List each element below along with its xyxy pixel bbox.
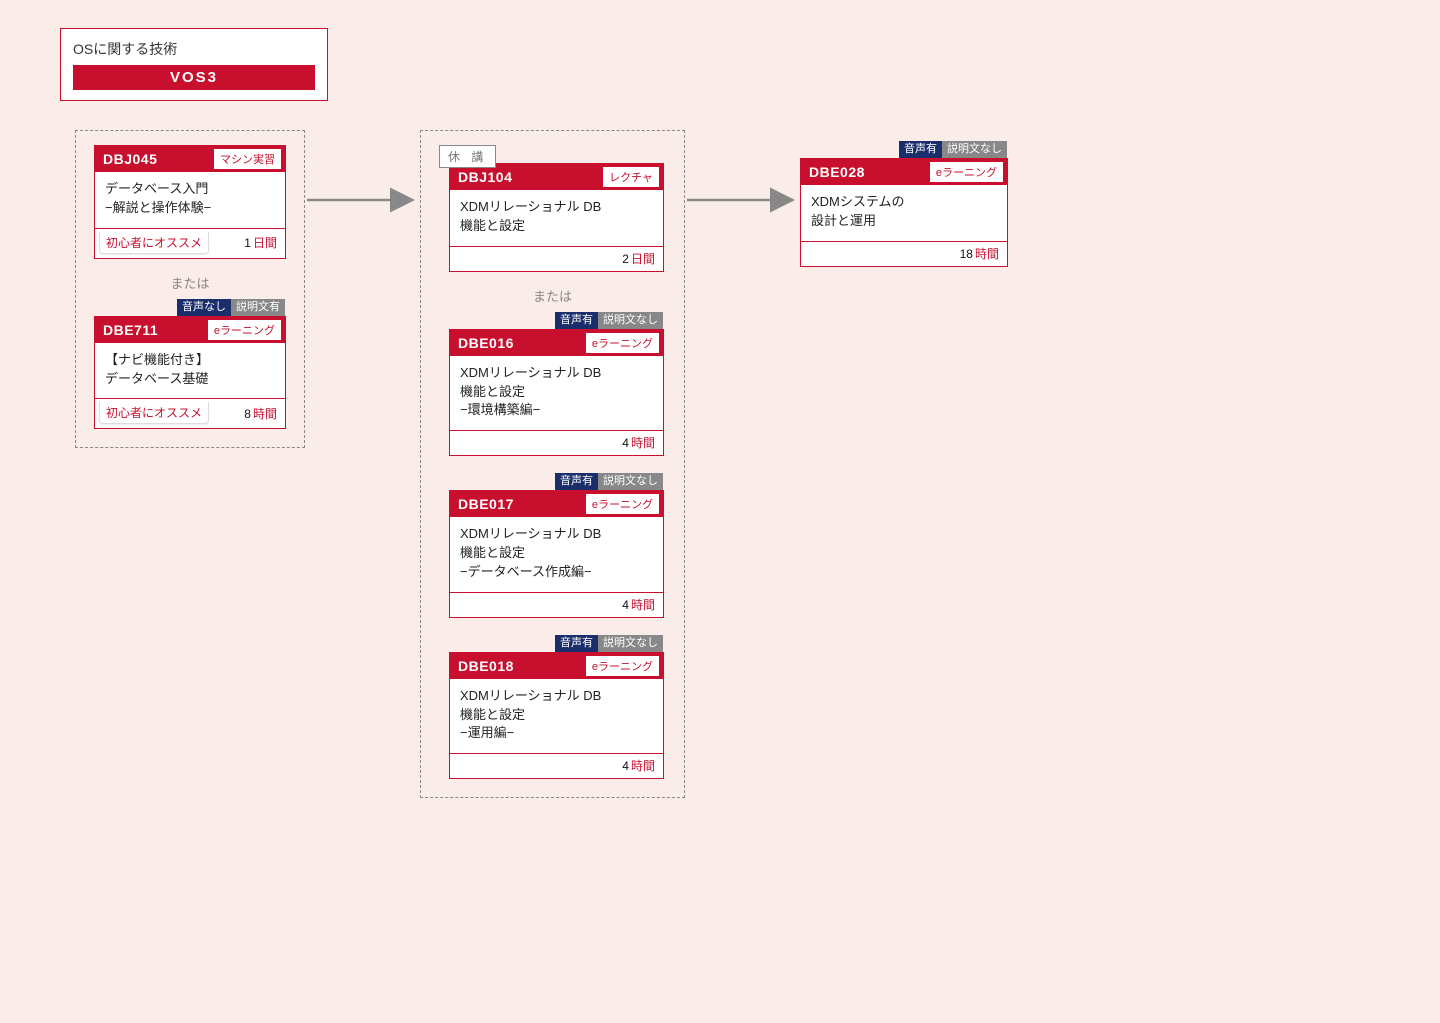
audio-badge: 音声有 説明文なし [555, 473, 663, 490]
course-card-dbj045[interactable]: DBJ045 マシン実習 データベース入門 −解説と操作体験− 初心者にオススメ… [94, 145, 286, 259]
course-title: XDMリレーショナル DB 機能と設定 −運用編− [450, 679, 663, 754]
group-col2: 休 講 DBJ104 レクチャ XDMリレーショナル DB 機能と設定 2日間 … [420, 130, 685, 798]
audio-badge: 音声有 説明文なし [899, 141, 1007, 158]
recommend-tag: 初心者にオススメ [99, 232, 209, 254]
arrow-1 [305, 130, 420, 250]
course-type-tag: マシン実習 [214, 149, 281, 169]
duration: 1日間 [244, 234, 277, 251]
course-card-dbe017[interactable]: 音声有 説明文なし DBE017 eラーニング XDMリレーショナル DB 機能… [449, 490, 664, 618]
course-card-dbe028[interactable]: 音声有 説明文なし DBE028 eラーニング XDMシステムの 設計と運用 1… [800, 158, 1008, 267]
duration: 4時間 [622, 596, 655, 613]
course-type-tag: eラーニング [208, 320, 281, 340]
duration: 4時間 [622, 757, 655, 774]
course-type-tag: eラーニング [930, 162, 1003, 182]
course-title: XDMリレーショナル DB 機能と設定 −データベース作成編− [450, 517, 663, 592]
or-label: または [439, 286, 666, 305]
course-type-tag: レクチャ [603, 167, 659, 187]
course-title: XDMリレーショナル DB 機能と設定 −環境構築編− [450, 356, 663, 431]
category-title: OSに関する技術 [73, 39, 315, 59]
course-code: DBE028 [809, 164, 865, 180]
arrow-2 [685, 130, 800, 250]
course-card-dbj104[interactable]: DBJ104 レクチャ XDMリレーショナル DB 機能と設定 2日間 [449, 163, 664, 272]
course-code: DBE016 [458, 335, 514, 351]
or-label: または [94, 273, 286, 292]
category-header: OSに関する技術 VOS3 [60, 28, 328, 101]
course-card-dbe711[interactable]: 音声なし 説明文有 DBE711 eラーニング 【ナビ機能付き】 データベース基… [94, 316, 286, 430]
course-code: DBE018 [458, 658, 514, 674]
course-title: XDMシステムの 設計と運用 [801, 185, 1007, 241]
duration: 2日間 [622, 250, 655, 267]
audio-badge: 音声有 説明文なし [555, 635, 663, 652]
course-card-dbe018[interactable]: 音声有 説明文なし DBE018 eラーニング XDMリレーショナル DB 機能… [449, 652, 664, 780]
course-code: DBJ104 [458, 169, 512, 185]
course-code: DBE017 [458, 496, 514, 512]
course-title: データベース入門 −解説と操作体験− [95, 172, 285, 228]
course-type-tag: eラーニング [586, 494, 659, 514]
duration: 18時間 [960, 245, 999, 262]
audio-badge: 音声なし 説明文有 [177, 299, 285, 316]
course-title: XDMリレーショナル DB 機能と設定 [450, 190, 663, 246]
course-code: DBE711 [103, 322, 158, 338]
course-type-tag: eラーニング [586, 333, 659, 353]
category-bar: VOS3 [73, 65, 315, 90]
duration: 8時間 [244, 405, 277, 422]
course-code: DBJ045 [103, 151, 157, 167]
flow-columns: DBJ045 マシン実習 データベース入門 −解説と操作体験− 初心者にオススメ… [75, 130, 1020, 798]
group-col1: DBJ045 マシン実習 データベース入門 −解説と操作体験− 初心者にオススメ… [75, 130, 305, 448]
recommend-tag: 初心者にオススメ [99, 402, 209, 424]
col3: 音声有 説明文なし DBE028 eラーニング XDMシステムの 設計と運用 1… [800, 130, 1020, 267]
audio-badge: 音声有 説明文なし [555, 312, 663, 329]
duration: 4時間 [622, 434, 655, 451]
suspend-badge: 休 講 [439, 145, 496, 168]
course-type-tag: eラーニング [586, 656, 659, 676]
course-card-dbe016[interactable]: 音声有 説明文なし DBE016 eラーニング XDMリレーショナル DB 機能… [449, 329, 664, 457]
course-title: 【ナビ機能付き】 データベース基礎 [95, 343, 285, 399]
